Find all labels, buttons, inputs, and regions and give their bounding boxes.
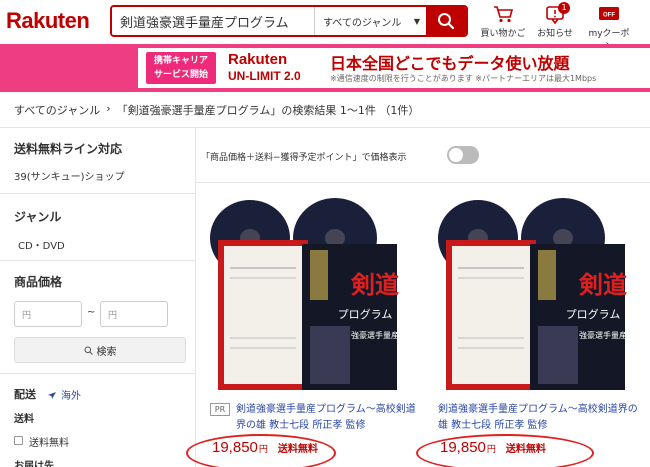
banner-headline: 日本全国どこでもデータ使い放題 — [330, 54, 570, 73]
banner-note: ※通信速度の制限を行うことがあります ※パートナーエリアは最大1Mbps — [330, 74, 597, 83]
search-input[interactable] — [112, 7, 314, 35]
search-icon — [438, 13, 455, 30]
coupon-icon: OFF — [599, 7, 619, 20]
toggle-knob — [449, 148, 463, 162]
yen-label: 円 — [486, 445, 496, 455]
price-row: 19,850円 送料無料 — [212, 439, 318, 456]
main-divider — [196, 182, 650, 183]
price-row: 19,850円 送料無料 — [440, 439, 546, 456]
price-search-label: 検索 — [96, 346, 117, 358]
genre-title: ジャンル — [14, 210, 62, 224]
notification-badge: 1 — [558, 2, 570, 14]
cart-label: 買い物かご — [480, 29, 526, 39]
box-side-text: 強豪選手量産 — [351, 330, 399, 340]
price-range-tilde: ~ — [87, 307, 96, 318]
genre-item-cd-dvd[interactable]: CD・DVD — [18, 237, 65, 252]
box-side-text: 強豪選手量産 — [579, 330, 627, 340]
overseas-label: 海外 — [61, 391, 81, 402]
shop-filter-item[interactable]: 39(サンキュー)ショップ — [14, 168, 125, 183]
rakuten-logo[interactable]: Rakuten — [6, 8, 90, 34]
unlimit-line1: Rakuten — [228, 51, 288, 68]
cart-link[interactable]: 買い物かご — [478, 4, 528, 39]
search-bar: すべてのジャンル ▼ — [110, 5, 468, 37]
free-shipping-label: 送料無料 — [277, 444, 318, 455]
price-display-toggle-label: 「商品価格＋送料−獲得予定ポイント」で価格表示 — [201, 153, 407, 163]
price-min-input[interactable]: 円 — [14, 301, 82, 327]
product-card[interactable]: 剣道 プログラム 強豪選手量産 PR 剣道強豪選手量産プログラム〜高校剣道界の雄… — [186, 198, 416, 467]
svg-text:OFF: OFF — [603, 13, 615, 19]
free-shipping-line-title: 送料無料ライン対応 — [14, 142, 123, 156]
product-price: 19,850 — [212, 439, 258, 456]
price-display-toggle[interactable] — [447, 146, 479, 164]
shipping-title: 送料 — [14, 414, 34, 425]
yen-label: 円 — [258, 445, 268, 455]
promo-banner-body: 携帯キャリア サービス開始 Rakuten UN-LIMIT 2.0 日本全国ど… — [138, 48, 650, 88]
free-shipping-checkbox[interactable] — [14, 436, 23, 445]
price-search-button[interactable]: 検索 — [14, 337, 186, 363]
breadcrumb-separator: › — [106, 102, 111, 115]
product-card[interactable]: 剣道 プログラム 強豪選手量産 剣道強豪選手量産プログラム〜高校剣道界の雄 教士… — [416, 198, 638, 467]
free-shipping-label: 送料無料 — [505, 444, 546, 455]
price-max-input[interactable]: 円 — [100, 301, 168, 327]
delivery-title: 配送 — [14, 388, 36, 401]
box-subtitle: プログラム — [566, 307, 621, 321]
promo-banner[interactable]: 携帯キャリア サービス開始 Rakuten UN-LIMIT 2.0 日本全国ど… — [0, 44, 650, 92]
product-image[interactable]: 剣道 プログラム 強豪選手量産 — [438, 198, 638, 398]
header: Rakuten すべてのジャンル ▼ 買い物かご 1 お知らせ — [0, 0, 650, 52]
product-title[interactable]: 剣道強豪選手量産プログラム〜高校剣道界の雄 教士七段 所正孝 監修 — [236, 402, 416, 434]
sidebar-divider — [0, 193, 196, 194]
price-title: 商品価格 — [14, 275, 63, 289]
chevron-down-icon: ▼ — [413, 16, 420, 26]
genre-select[interactable]: すべてのジャンル ▼ — [314, 7, 426, 35]
box-title-vertical: 剣道 — [350, 270, 399, 299]
plane-icon — [48, 391, 56, 399]
cart-icon — [494, 6, 514, 23]
delivery-date-title: お届け先 — [14, 461, 54, 467]
search-result-summary: 「剣道強豪選手量産プログラム」の検索結果 1〜1件 （1件） — [116, 104, 420, 117]
history-link[interactable]: 閲 — [636, 4, 650, 39]
product-image[interactable]: 剣道 プログラム 強豪選手量産 — [210, 198, 410, 398]
pr-tag: PR — [210, 403, 230, 416]
product-title[interactable]: 剣道強豪選手量産プログラム〜高校剣道界の雄 教士七段 所正孝 監修 — [438, 402, 638, 434]
free-shipping-check-label[interactable]: 送料無料 — [29, 434, 69, 449]
unlimit-logo: Rakuten UN-LIMIT 2.0 — [228, 51, 301, 84]
box-title-vertical: 剣道 — [578, 270, 627, 299]
notifications-label: お知らせ — [537, 29, 573, 39]
unlimit-line2: UN-LIMIT 2.0 — [228, 69, 301, 83]
carrier-badge: 携帯キャリア サービス開始 — [146, 52, 216, 84]
search-icon — [84, 346, 93, 355]
notifications-link[interactable]: 1 お知らせ — [530, 2, 580, 39]
sidebar-divider — [0, 260, 196, 261]
overseas-link[interactable]: 海外 — [47, 387, 81, 402]
breadcrumb: すべてのジャンル › 「剣道強豪選手量産プログラム」の検索結果 1〜1件 （1件… — [14, 102, 419, 118]
box-subtitle: プログラム — [338, 307, 393, 321]
genre-select-label: すべてのジャンル — [323, 17, 402, 29]
search-button[interactable] — [426, 7, 466, 35]
sidebar-divider — [0, 373, 196, 374]
breadcrumb-root[interactable]: すべてのジャンル — [14, 102, 100, 118]
product-price: 19,850 — [440, 439, 486, 456]
